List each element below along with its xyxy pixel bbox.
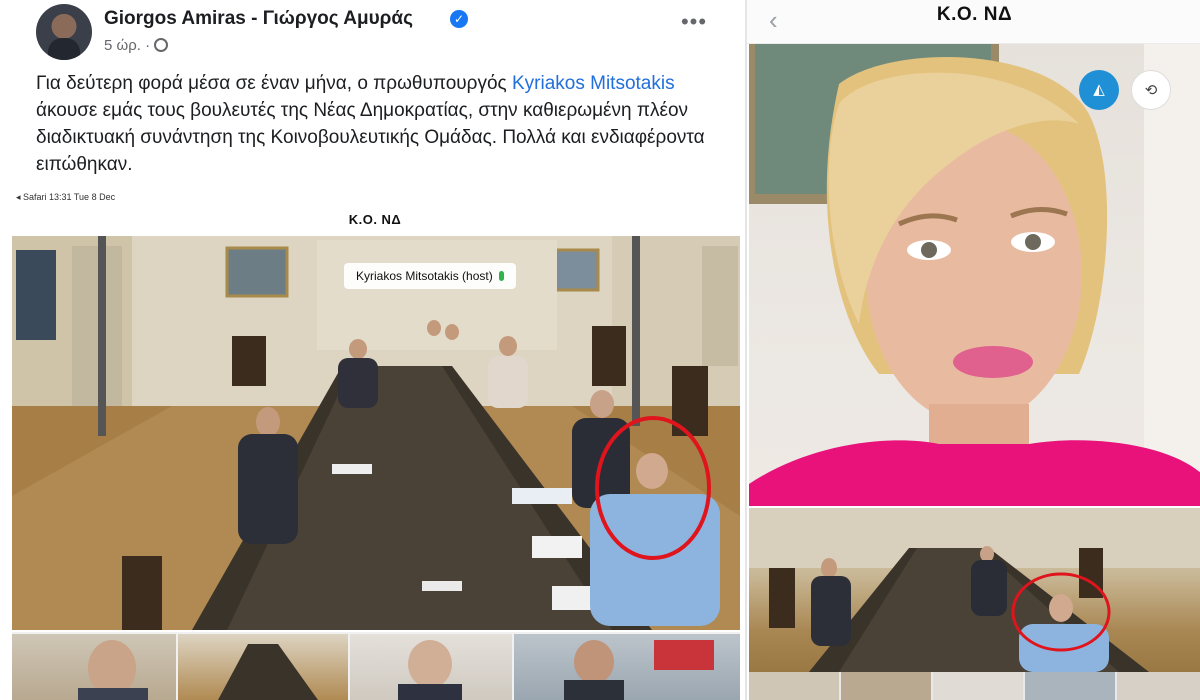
participant-thumbnail[interactable] [12,634,176,700]
camera-flip-icon[interactable]: ⟲ [1131,70,1171,110]
mirror-icon[interactable]: ◭ [1079,70,1119,110]
host-name-label: Kyriakos Mitsotakis (host) [344,263,516,289]
post-text-end: άκουσε εμάς τους βουλευτές της Νέας Δημο… [36,100,705,175]
mention-link[interactable]: Kyriakos Mitsotakis [512,73,675,94]
host-name-text: Kyriakos Mitsotakis (host) [356,269,493,283]
screenshot-meeting-title: Κ.Ο. ΝΔ [348,212,402,227]
meeting-title: Κ.Ο. ΝΔ [936,4,1013,25]
meeting-room-scene [12,236,740,630]
participant-thumbnail[interactable] [350,634,512,700]
screenshot-status-bar: ◂ Safari 13:31 Tue 8 Dec [16,192,116,202]
post-text: Για δεύτερη φορά μέσα σε έναν μήνα, ο πρ… [36,70,726,178]
more-options-icon[interactable]: ••• [676,11,712,42]
app-header: ‹ Κ.Ο. ΝΔ [747,0,1200,44]
author-name[interactable]: Giorgos Amiras - Γιώργος Αμυράς [104,8,413,30]
participant-thumbnail-strip [12,632,740,700]
speaker-video: ◭ ⟲ [749,44,1200,506]
author-avatar[interactable] [36,4,92,60]
meeting-room-thumbnail-video[interactable] [749,508,1200,672]
meeting-room-video: Kyriakos Mitsotakis (host) [12,236,740,630]
post-text-start: Για δεύτερη φορά μέσα σε έναν μήνα, ο πρ… [36,73,512,94]
speaker-portrait [749,44,1200,506]
facebook-post: Giorgos Amiras - Γιώργος Αμυράς ✓ 5 ώρ. … [0,0,745,700]
globe-icon [154,38,169,52]
post-time[interactable]: 5 ώρ. · [104,37,150,54]
participant-thumbnail[interactable] [178,634,348,700]
mobile-meeting-app: ‹ Κ.Ο. ΝΔ ◭ ⟲ [745,0,1200,700]
meeting-room-scene-small [749,508,1200,672]
shared-screenshot[interactable]: ◂ Safari 13:31 Tue 8 Dec Κ.Ο. ΝΔ Kyriako… [10,188,740,700]
verified-check-icon: ✓ [450,10,468,28]
microphone-icon [498,271,504,281]
participant-thumbnail[interactable] [514,634,740,700]
post-timestamp[interactable]: 5 ώρ. · [104,37,169,54]
post-header: Giorgos Amiras - Γιώργος Αμυράς ✓ 5 ώρ. … [36,4,736,64]
phone-thumbnail-strip [749,672,1200,700]
